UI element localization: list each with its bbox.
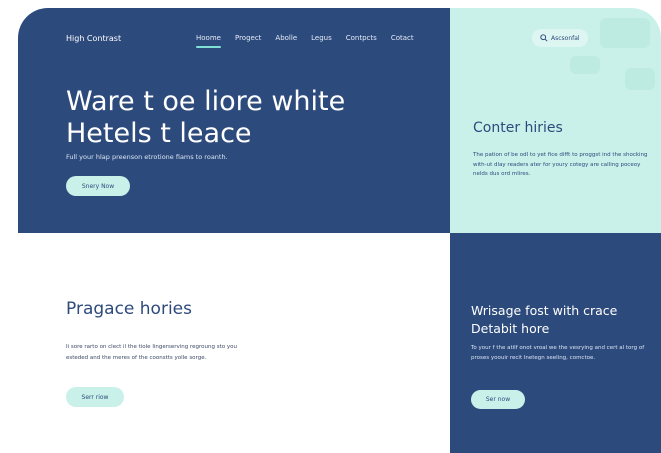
hero-title-line-2: Hetels t leace bbox=[66, 118, 252, 149]
hero-section: High Contrast Hoome Progect Abolle Legus… bbox=[18, 8, 450, 233]
hero-subtitle: Full your hlap preenson etrotione fiams … bbox=[66, 153, 228, 161]
feature-title: Conter hiries bbox=[473, 120, 563, 136]
feature-panel-top-right: Ascsonfal Conter hiries The pation of be… bbox=[450, 8, 661, 233]
nav-item-contacts[interactable]: Contpcts bbox=[346, 34, 377, 42]
promo-cta-button[interactable]: Ser now bbox=[471, 390, 525, 409]
feature-body: The pation of be odl to yet fice difft t… bbox=[473, 152, 648, 177]
section-cta-button[interactable]: Serr riow bbox=[66, 387, 124, 407]
background-decoration bbox=[625, 68, 655, 90]
brand-logo[interactable]: High Contrast bbox=[66, 34, 121, 43]
landing-page: High Contrast Hoome Progect Abolle Legus… bbox=[18, 8, 661, 453]
search-icon bbox=[540, 34, 548, 42]
promo-title-line-1: Wrisage fost with crace bbox=[471, 303, 618, 318]
background-decoration bbox=[600, 18, 650, 48]
promo-title: Wrisage fost with crace Detabit hore bbox=[471, 302, 656, 338]
hero-title: Ware t oe liore white Hetels t leace bbox=[66, 86, 446, 150]
hero-cta-button[interactable]: Snery Now bbox=[66, 176, 130, 196]
search-label: Ascsonfal bbox=[551, 34, 580, 42]
content-section-bottom-right: Wrisage fost with crace Detabit hore To … bbox=[450, 233, 661, 453]
promo-title-line-2: Detabit hore bbox=[471, 321, 550, 336]
section-title: Pragace hories bbox=[66, 299, 192, 319]
nav-item-about[interactable]: Abolle bbox=[275, 34, 297, 42]
section-body: Ii sore rarto on clect il the tiole ling… bbox=[66, 344, 237, 361]
nav-item-home[interactable]: Hoome bbox=[196, 34, 221, 48]
nav-item-project[interactable]: Progect bbox=[235, 34, 261, 42]
content-section-bottom-left: Pragace hories Ii sore rarto on clect il… bbox=[18, 233, 450, 453]
nav-item-legus[interactable]: Legus bbox=[311, 34, 332, 42]
nav-item-contact[interactable]: Cotact bbox=[391, 34, 414, 42]
search-button[interactable]: Ascsonfal bbox=[532, 29, 588, 47]
promo-body: To your f the atilf onot vroal we the ve… bbox=[471, 345, 645, 361]
main-nav: Hoome Progect Abolle Legus Contpcts Cota… bbox=[196, 34, 414, 48]
hero-title-line-1: Ware t oe liore white bbox=[66, 86, 346, 117]
background-decoration bbox=[570, 56, 600, 74]
